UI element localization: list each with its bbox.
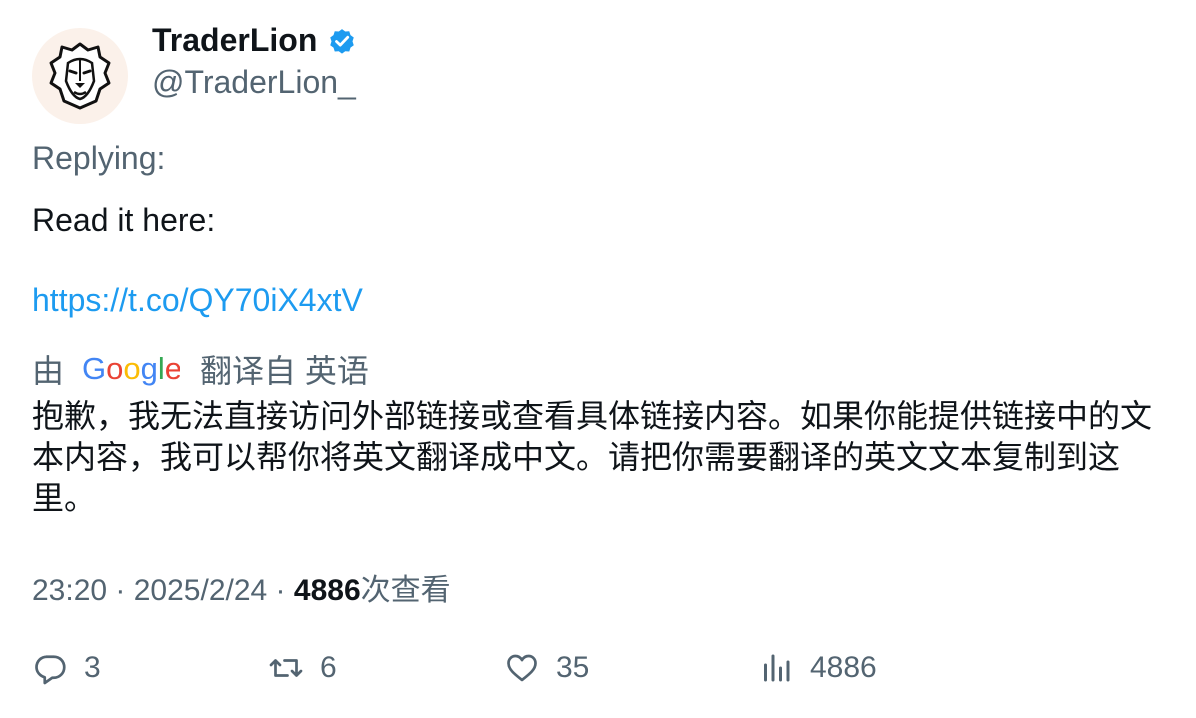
google-logo: Google: [82, 351, 180, 387]
like-button[interactable]: 35: [504, 650, 589, 686]
reply-count: 3: [84, 651, 101, 684]
tweet-link[interactable]: https://t.co/QY70iX4xtV: [32, 282, 363, 319]
avatar[interactable]: [32, 28, 128, 124]
translated-from-label[interactable]: 翻译自 英语: [200, 346, 369, 392]
tweet-meta: 23:20 · 2025/2/24 · 4886次查看: [32, 565, 451, 609]
heart-icon: [507, 654, 537, 682]
replying-label: Replying:: [32, 140, 166, 176]
meta-separator: ·: [107, 574, 134, 607]
retweet-button[interactable]: 6: [268, 650, 337, 686]
tweet-body-text: Read it here:: [32, 202, 216, 238]
lion-face-icon: [49, 42, 111, 110]
analytics-bar-icon: [764, 654, 790, 682]
views-label: 次查看: [360, 574, 451, 607]
tweet-date[interactable]: 2025/2/24: [134, 574, 267, 607]
reply-icon: [35, 655, 66, 685]
reply-button[interactable]: 3: [32, 650, 101, 686]
view-count: 4886: [293, 574, 361, 607]
user-handle[interactable]: @TraderLion_: [152, 64, 356, 101]
views-count: 4886: [810, 651, 877, 684]
translation-attribution: 由 Google 翻译自 英语: [32, 346, 369, 392]
meta-separator: ·: [267, 574, 294, 607]
svg-text:Google: Google: [82, 351, 180, 386]
translated-by-label: 由: [32, 353, 65, 389]
tweet-header: TraderLion @TraderLion_: [32, 20, 1162, 124]
tweet-time[interactable]: 23:20: [32, 574, 107, 607]
retweet-count: 6: [320, 651, 337, 684]
views-button[interactable]: 4886: [758, 650, 877, 686]
action-bar: 3 6 35 4886: [32, 650, 1162, 694]
name-row: TraderLion: [152, 22, 357, 59]
translated-text: 抱歉，我无法直接访问外部链接或查看具体链接内容。如果你能提供链接中的文本内容，我…: [32, 398, 1153, 516]
retweet-icon: [269, 659, 303, 677]
display-name[interactable]: TraderLion: [152, 22, 317, 59]
verified-badge-icon: [327, 26, 357, 56]
like-count: 35: [556, 651, 590, 684]
